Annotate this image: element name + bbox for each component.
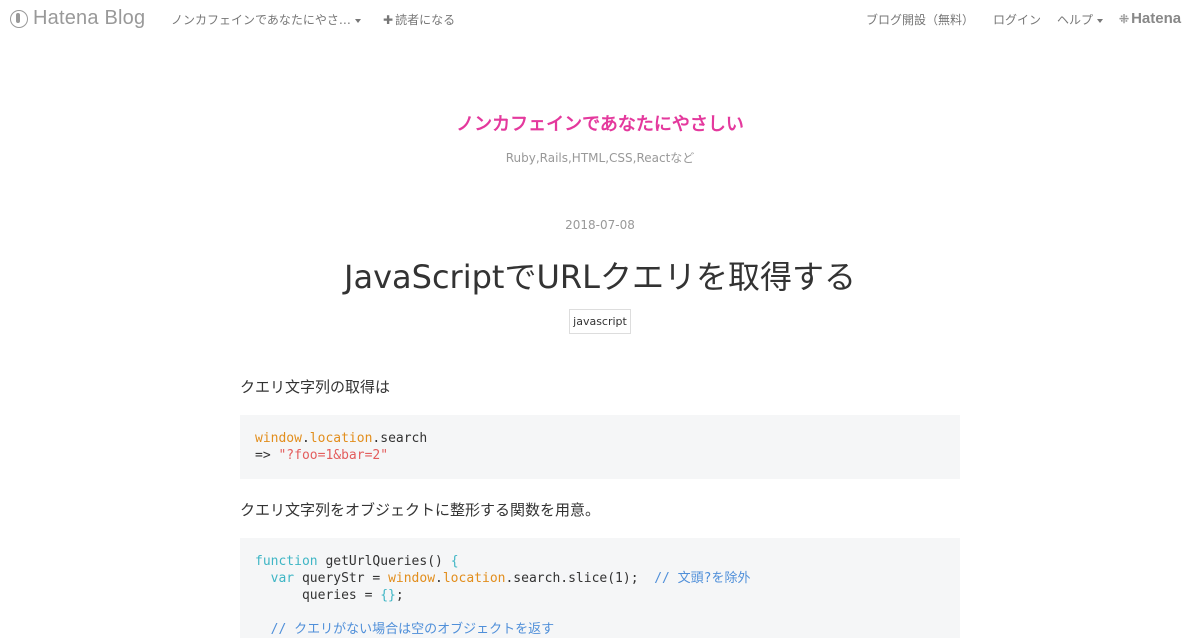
entry-date[interactable]: 2018-07-08 [0, 218, 1200, 232]
entry-paragraph: クエリ文字列をオブジェクトに整形する関数を用意。 [240, 501, 601, 519]
code-token: getUrlQueries() [317, 554, 451, 569]
code-token: queryStr = [294, 571, 389, 586]
hatena-blog-logo-icon [10, 9, 28, 28]
global-header: Hatena Blog ノンカフェインであなたにやさ… ✚ 読者になる ブログ開設… [0, 0, 1200, 36]
code-token: window [388, 571, 436, 586]
code-token: {} [380, 588, 396, 603]
category-tag[interactable]: javascript [569, 309, 631, 334]
hatena-mark-icon: ⁜ [1119, 11, 1130, 26]
subscribe-label: 読者になる [395, 13, 456, 27]
blog-title[interactable]: ノンカフェインであなたにやさしい [0, 110, 1200, 136]
subscribe-button[interactable]: ✚ 読者になる [383, 11, 455, 28]
code-token: window [255, 431, 302, 446]
code-token: "?foo=1&bar=2" [278, 448, 389, 463]
blog-name-dropdown[interactable]: ノンカフェインであなたにやさ… [171, 11, 361, 28]
blog-name-label: ノンカフェインであなたにやさ… [171, 13, 351, 27]
code-token: .search [372, 431, 428, 446]
code-token: function [255, 554, 318, 569]
code-token: var [270, 571, 295, 586]
plus-icon: ✚ [383, 13, 394, 27]
hatena-blog-logo[interactable]: Hatena Blog [10, 7, 145, 30]
caret-down-icon [354, 18, 361, 23]
hatena-logo-text: Hatena [1131, 10, 1182, 27]
code-token: .search.slice(1); [505, 571, 655, 586]
code-token: // 文頭?を除外 [654, 571, 751, 586]
code-block: function getUrlQueries() { var queryStr … [240, 538, 960, 638]
logo-text: Hatena Blog [33, 7, 146, 29]
hatena-logo[interactable]: ⁜ Hatena [1119, 10, 1181, 27]
help-dropdown[interactable]: ヘルプ [1057, 11, 1104, 28]
code-token: ; [395, 588, 404, 603]
code-token: queries = [255, 588, 381, 603]
code-token: => [255, 448, 279, 463]
code-token: . [435, 571, 443, 586]
entry-title[interactable]: JavaScriptでURLクエリを取得する [0, 252, 1200, 298]
entry-paragraph: クエリ文字列の取得は [240, 378, 391, 396]
code-token: location [442, 571, 506, 586]
code-token: { [450, 554, 459, 569]
code-token: . [301, 431, 310, 446]
code-block: window.location.search => "?foo=1&bar=2" [240, 415, 960, 479]
open-blog-link[interactable]: ブログ開設（無料） [866, 11, 974, 28]
code-token: location [309, 431, 373, 446]
login-link[interactable]: ログイン [993, 11, 1041, 28]
blog-description: Ruby,Rails,HTML,CSS,Reactなど [505, 151, 695, 165]
help-label: ヘルプ [1057, 13, 1094, 27]
caret-down-icon [1097, 18, 1104, 23]
